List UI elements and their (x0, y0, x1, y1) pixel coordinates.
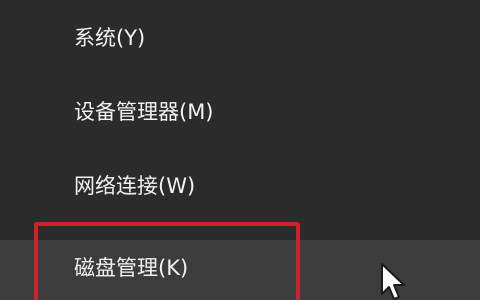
context-menu: 系统(Y) 设备管理器(M) 网络连接(W) 磁盘管理(K) (0, 0, 480, 300)
menu-item-label: 设备管理器(M) (74, 100, 214, 124)
menu-item-system[interactable]: 系统(Y) (0, 10, 480, 66)
menu-item-device-manager[interactable]: 设备管理器(M) (0, 84, 480, 140)
menu-item-label: 网络连接(W) (74, 174, 196, 198)
menu-item-label: 系统(Y) (74, 26, 146, 50)
menu-item-network-connections[interactable]: 网络连接(W) (0, 158, 480, 214)
menu-item-label: 磁盘管理(K) (74, 256, 189, 280)
mouse-pointer-icon (381, 263, 405, 300)
